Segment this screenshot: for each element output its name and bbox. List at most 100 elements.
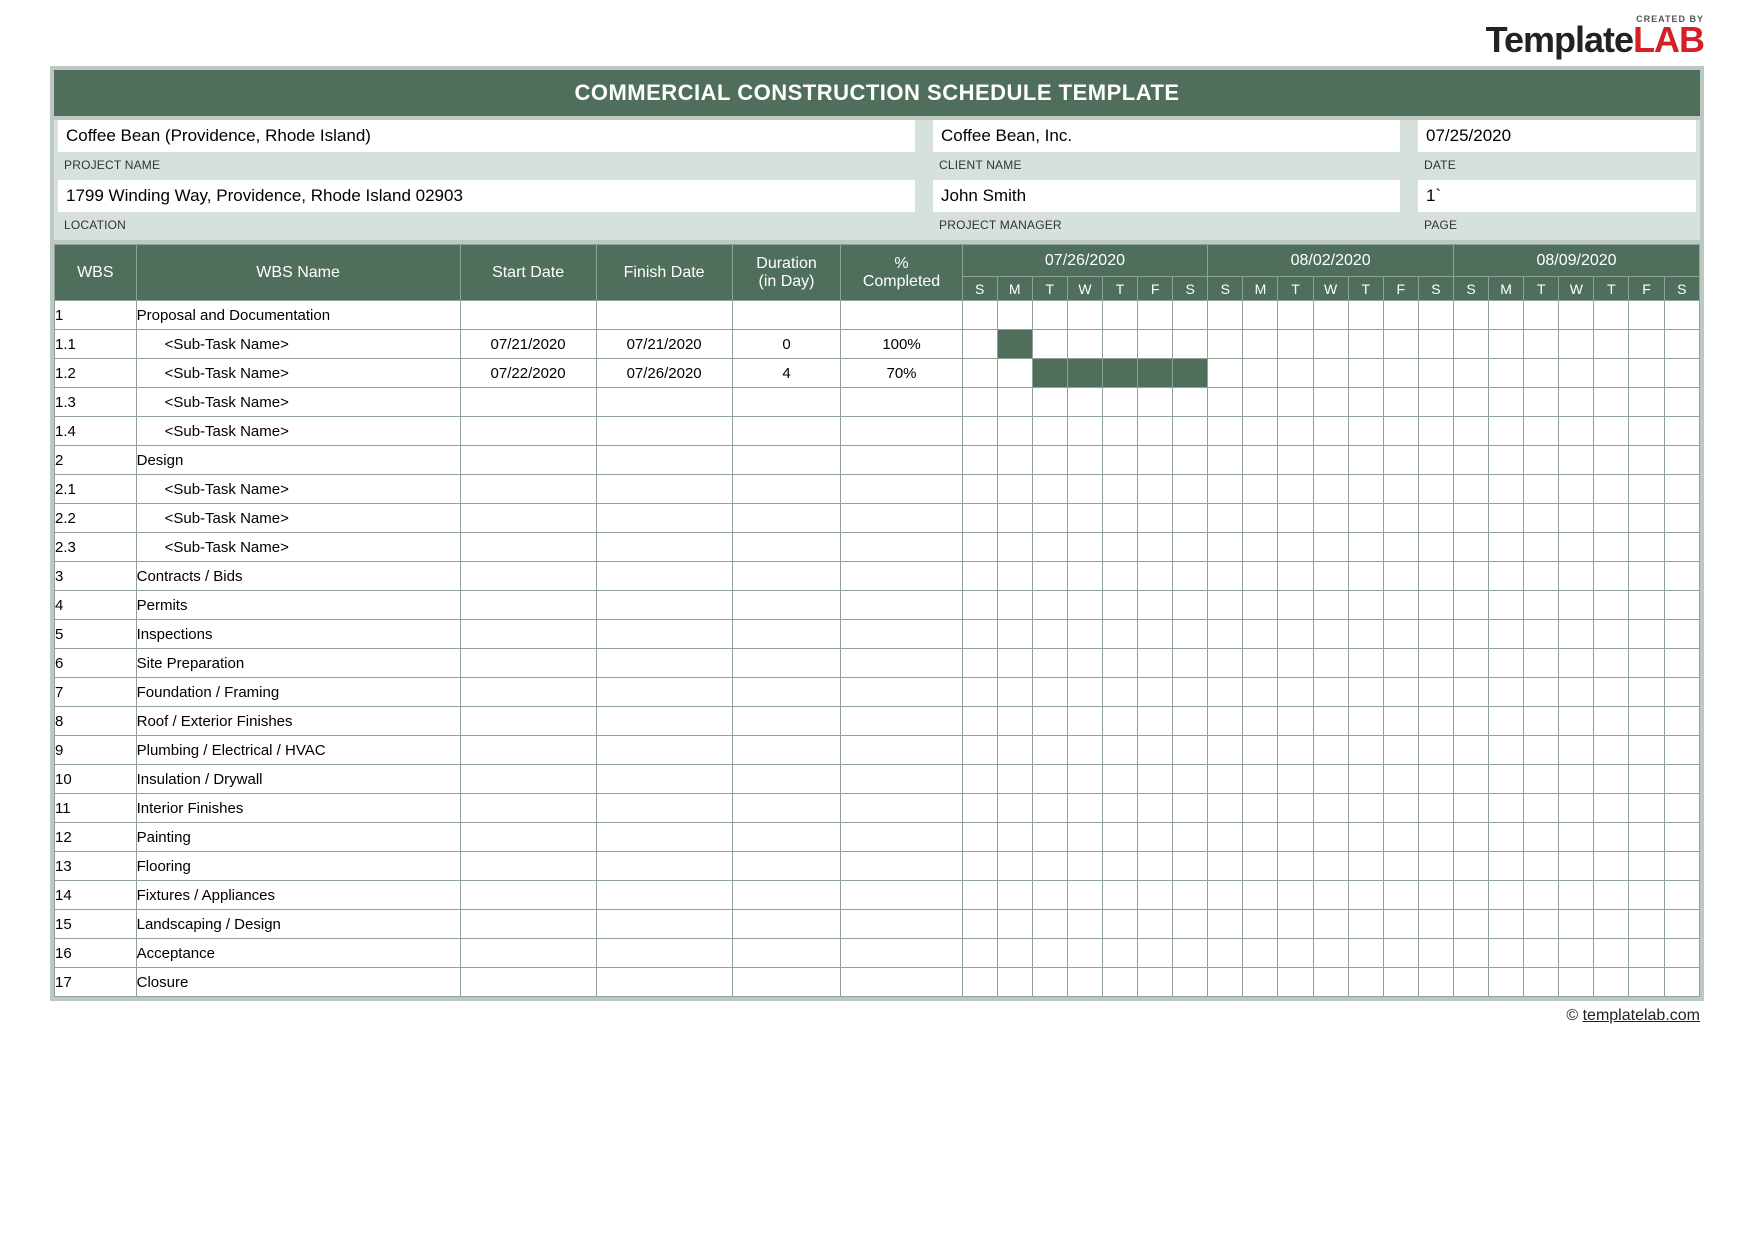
gantt-cell[interactable] (1138, 852, 1173, 881)
cell-wbs[interactable]: 4 (55, 591, 137, 620)
gantt-cell[interactable] (997, 881, 1032, 910)
gantt-cell[interactable] (1278, 359, 1313, 388)
gantt-cell[interactable] (1102, 852, 1137, 881)
gantt-cell[interactable] (1278, 736, 1313, 765)
gantt-cell[interactable] (1489, 330, 1524, 359)
gantt-cell[interactable] (1454, 620, 1489, 649)
gantt-cell[interactable] (1348, 620, 1383, 649)
gantt-cell[interactable] (1278, 881, 1313, 910)
gantt-cell[interactable] (1664, 736, 1699, 765)
cell-start-date[interactable]: 07/22/2020 (460, 359, 596, 388)
gantt-cell[interactable] (1454, 968, 1489, 997)
cell-wbs-name[interactable]: Acceptance (136, 939, 460, 968)
gantt-cell[interactable] (1383, 475, 1418, 504)
gantt-cell[interactable] (1067, 417, 1102, 446)
gantt-cell[interactable] (1032, 852, 1067, 881)
gantt-cell[interactable] (1208, 446, 1243, 475)
gantt-cell[interactable] (1594, 765, 1629, 794)
cell-start-date[interactable] (460, 910, 596, 939)
cell-duration[interactable] (732, 504, 841, 533)
gantt-cell[interactable] (1418, 446, 1453, 475)
gantt-cell[interactable] (1348, 591, 1383, 620)
cell-wbs[interactable]: 1.2 (55, 359, 137, 388)
gantt-cell[interactable] (1313, 707, 1348, 736)
gantt-cell[interactable] (1664, 765, 1699, 794)
gantt-cell[interactable] (1664, 939, 1699, 968)
gantt-cell[interactable] (1629, 707, 1664, 736)
gantt-cell[interactable] (1208, 504, 1243, 533)
cell-duration[interactable] (732, 562, 841, 591)
gantt-cell[interactable] (1067, 678, 1102, 707)
gantt-cell[interactable] (1173, 330, 1208, 359)
gantt-cell[interactable] (962, 504, 997, 533)
cell-wbs-name[interactable]: Proposal and Documentation (136, 301, 460, 330)
cell-start-date[interactable] (460, 591, 596, 620)
cell-duration[interactable]: 0 (732, 330, 841, 359)
gantt-cell[interactable] (1243, 388, 1278, 417)
cell-wbs-name[interactable]: Site Preparation (136, 649, 460, 678)
cell-wbs-name[interactable]: Insulation / Drywall (136, 765, 460, 794)
gantt-cell[interactable] (1348, 794, 1383, 823)
cell-pct-completed[interactable] (841, 736, 962, 765)
gantt-cell[interactable] (1173, 301, 1208, 330)
gantt-cell[interactable] (1348, 823, 1383, 852)
gantt-cell[interactable] (1629, 649, 1664, 678)
gantt-cell[interactable] (962, 678, 997, 707)
gantt-cell[interactable] (1208, 330, 1243, 359)
gantt-cell[interactable] (1138, 968, 1173, 997)
gantt-cell[interactable] (1067, 475, 1102, 504)
gantt-cell[interactable] (1664, 678, 1699, 707)
gantt-cell[interactable] (1243, 591, 1278, 620)
gantt-cell[interactable] (997, 823, 1032, 852)
gantt-cell[interactable] (1489, 765, 1524, 794)
cell-wbs-name[interactable]: Roof / Exterior Finishes (136, 707, 460, 736)
gantt-cell[interactable] (1173, 446, 1208, 475)
gantt-cell[interactable] (962, 562, 997, 591)
gantt-cell[interactable] (1313, 359, 1348, 388)
gantt-cell[interactable] (997, 968, 1032, 997)
gantt-cell[interactable] (1454, 446, 1489, 475)
gantt-cell[interactable] (1138, 765, 1173, 794)
gantt-cell[interactable] (1138, 562, 1173, 591)
gantt-cell[interactable] (1524, 475, 1559, 504)
gantt-cell[interactable] (1138, 823, 1173, 852)
gantt-cell[interactable] (1138, 794, 1173, 823)
gantt-cell[interactable] (1173, 388, 1208, 417)
cell-wbs[interactable]: 8 (55, 707, 137, 736)
gantt-cell[interactable] (1173, 765, 1208, 794)
gantt-cell[interactable] (1664, 881, 1699, 910)
gantt-cell[interactable] (1102, 765, 1137, 794)
gantt-cell[interactable] (1032, 910, 1067, 939)
gantt-cell[interactable] (1629, 359, 1664, 388)
gantt-cell[interactable] (1664, 359, 1699, 388)
cell-start-date[interactable] (460, 707, 596, 736)
gantt-cell[interactable] (1138, 736, 1173, 765)
gantt-cell[interactable] (997, 707, 1032, 736)
gantt-cell[interactable] (1418, 388, 1453, 417)
cell-start-date[interactable] (460, 504, 596, 533)
cell-duration[interactable] (732, 968, 841, 997)
cell-wbs-name[interactable]: Permits (136, 591, 460, 620)
cell-pct-completed[interactable] (841, 910, 962, 939)
gantt-cell[interactable] (1559, 620, 1594, 649)
gantt-cell[interactable] (1208, 852, 1243, 881)
gantt-cell[interactable] (1208, 939, 1243, 968)
gantt-cell[interactable] (962, 881, 997, 910)
cell-duration[interactable] (732, 881, 841, 910)
gantt-cell[interactable] (962, 359, 997, 388)
cell-finish-date[interactable] (596, 968, 732, 997)
gantt-cell[interactable] (1102, 794, 1137, 823)
cell-duration[interactable] (732, 533, 841, 562)
cell-wbs-name[interactable]: <Sub-Task Name> (136, 330, 460, 359)
gantt-cell[interactable] (1138, 475, 1173, 504)
gantt-cell[interactable] (1664, 330, 1699, 359)
gantt-cell[interactable] (1489, 417, 1524, 446)
gantt-cell[interactable] (1594, 562, 1629, 591)
gantt-cell[interactable] (1418, 707, 1453, 736)
cell-start-date[interactable] (460, 823, 596, 852)
gantt-cell[interactable] (1559, 823, 1594, 852)
gantt-cell[interactable] (1629, 968, 1664, 997)
gantt-cell[interactable] (1454, 765, 1489, 794)
gantt-cell[interactable] (997, 301, 1032, 330)
cell-finish-date[interactable] (596, 562, 732, 591)
